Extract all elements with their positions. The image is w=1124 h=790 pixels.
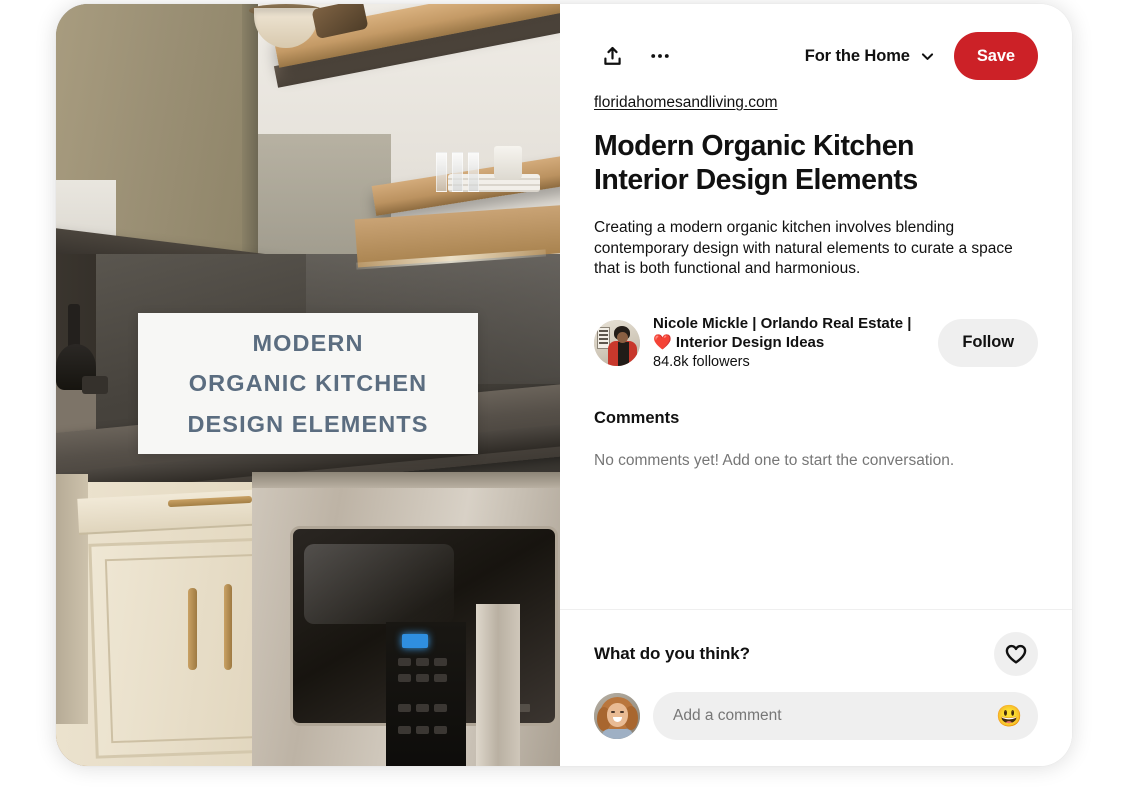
share-icon — [603, 46, 621, 65]
composer-row: 😃 — [594, 692, 1038, 740]
microwave-glass-reflection — [304, 544, 454, 624]
microwave-button — [398, 704, 411, 712]
overlay-line-2: ORGANIC KITCHEN — [188, 370, 428, 397]
microwave-button — [416, 674, 429, 682]
heart-icon — [1005, 644, 1027, 664]
board-selector[interactable]: For the Home — [801, 41, 940, 72]
creator-row: Nicole Mickle | Orlando Real Estate | ❤️… — [594, 314, 1038, 371]
composer-header: What do you think? — [594, 632, 1038, 676]
source-link[interactable]: floridahomesandliving.com — [594, 94, 778, 112]
drinking-glass — [452, 152, 463, 192]
microwave-button — [398, 726, 411, 734]
share-button[interactable] — [590, 34, 634, 78]
pin-detail-card: MODERN ORGANIC KITCHEN DESIGN ELEMENTS F… — [56, 4, 1072, 766]
more-options-button[interactable] — [638, 34, 682, 78]
microwave-button — [434, 704, 447, 712]
creator-follower-count: 84.8k followers — [653, 354, 750, 371]
chevron-down-icon — [921, 52, 933, 60]
composer-prompt: What do you think? — [594, 644, 750, 663]
microwave-display — [402, 634, 428, 648]
follow-button[interactable]: Follow — [938, 318, 1038, 367]
creator-info: Nicole Mickle | Orlando Real Estate | ❤️… — [653, 314, 925, 371]
comment-input-wrapper[interactable]: 😃 — [653, 692, 1038, 740]
emoji-picker-button[interactable]: 😃 — [996, 703, 1022, 729]
pin-image[interactable]: MODERN ORGANIC KITCHEN DESIGN ELEMENTS — [56, 4, 560, 766]
commenter-avatar[interactable] — [594, 693, 640, 739]
white-mug — [494, 146, 522, 180]
pin-detail-panel: For the Home Save floridahomesandliving.… — [560, 4, 1072, 766]
pin-title: Modern Organic Kitchen Interior Design E… — [594, 130, 918, 196]
comments-heading: Comments — [594, 409, 680, 428]
comment-composer: What do you think? Add a comment 😃 — [560, 609, 1072, 766]
more-options-icon — [651, 54, 669, 58]
microwave-button — [416, 658, 429, 666]
overlay-line-1: MODERN — [252, 330, 364, 357]
microwave-button — [416, 704, 429, 712]
pin-detail-scroll-area: For the Home Save floridahomesandliving.… — [560, 4, 1072, 609]
brass-door-handle — [188, 588, 197, 670]
drinking-glass — [436, 152, 447, 192]
microwave-button — [434, 658, 447, 666]
pin-image-text-overlay: MODERN ORGANIC KITCHEN DESIGN ELEMENTS — [138, 313, 478, 454]
brass-door-handle — [224, 584, 232, 670]
microwave-button — [398, 658, 411, 666]
counter-object — [82, 376, 108, 394]
microwave-button — [434, 674, 447, 682]
overlay-line-3: DESIGN ELEMENTS — [187, 410, 429, 437]
microwave-button — [416, 726, 429, 734]
microwave-button — [398, 674, 411, 682]
comments-empty-state: No comments yet! Add one to start the co… — [594, 452, 955, 470]
stainless-column — [476, 604, 520, 766]
microwave-trim — [252, 472, 560, 488]
creator-name[interactable]: Nicole Mickle | Orlando Real Estate | ❤️… — [653, 314, 921, 352]
save-button[interactable]: Save — [953, 32, 1038, 80]
pin-action-bar: For the Home Save — [594, 32, 1038, 80]
pin-description: Creating a modern organic kitchen involv… — [594, 219, 1013, 278]
comment-input[interactable] — [673, 707, 996, 725]
microwave-button — [434, 726, 447, 734]
board-name: For the Home — [804, 46, 910, 65]
drinking-glass — [468, 152, 479, 192]
creator-avatar[interactable] — [594, 319, 640, 366]
react-heart-button[interactable] — [994, 632, 1038, 676]
